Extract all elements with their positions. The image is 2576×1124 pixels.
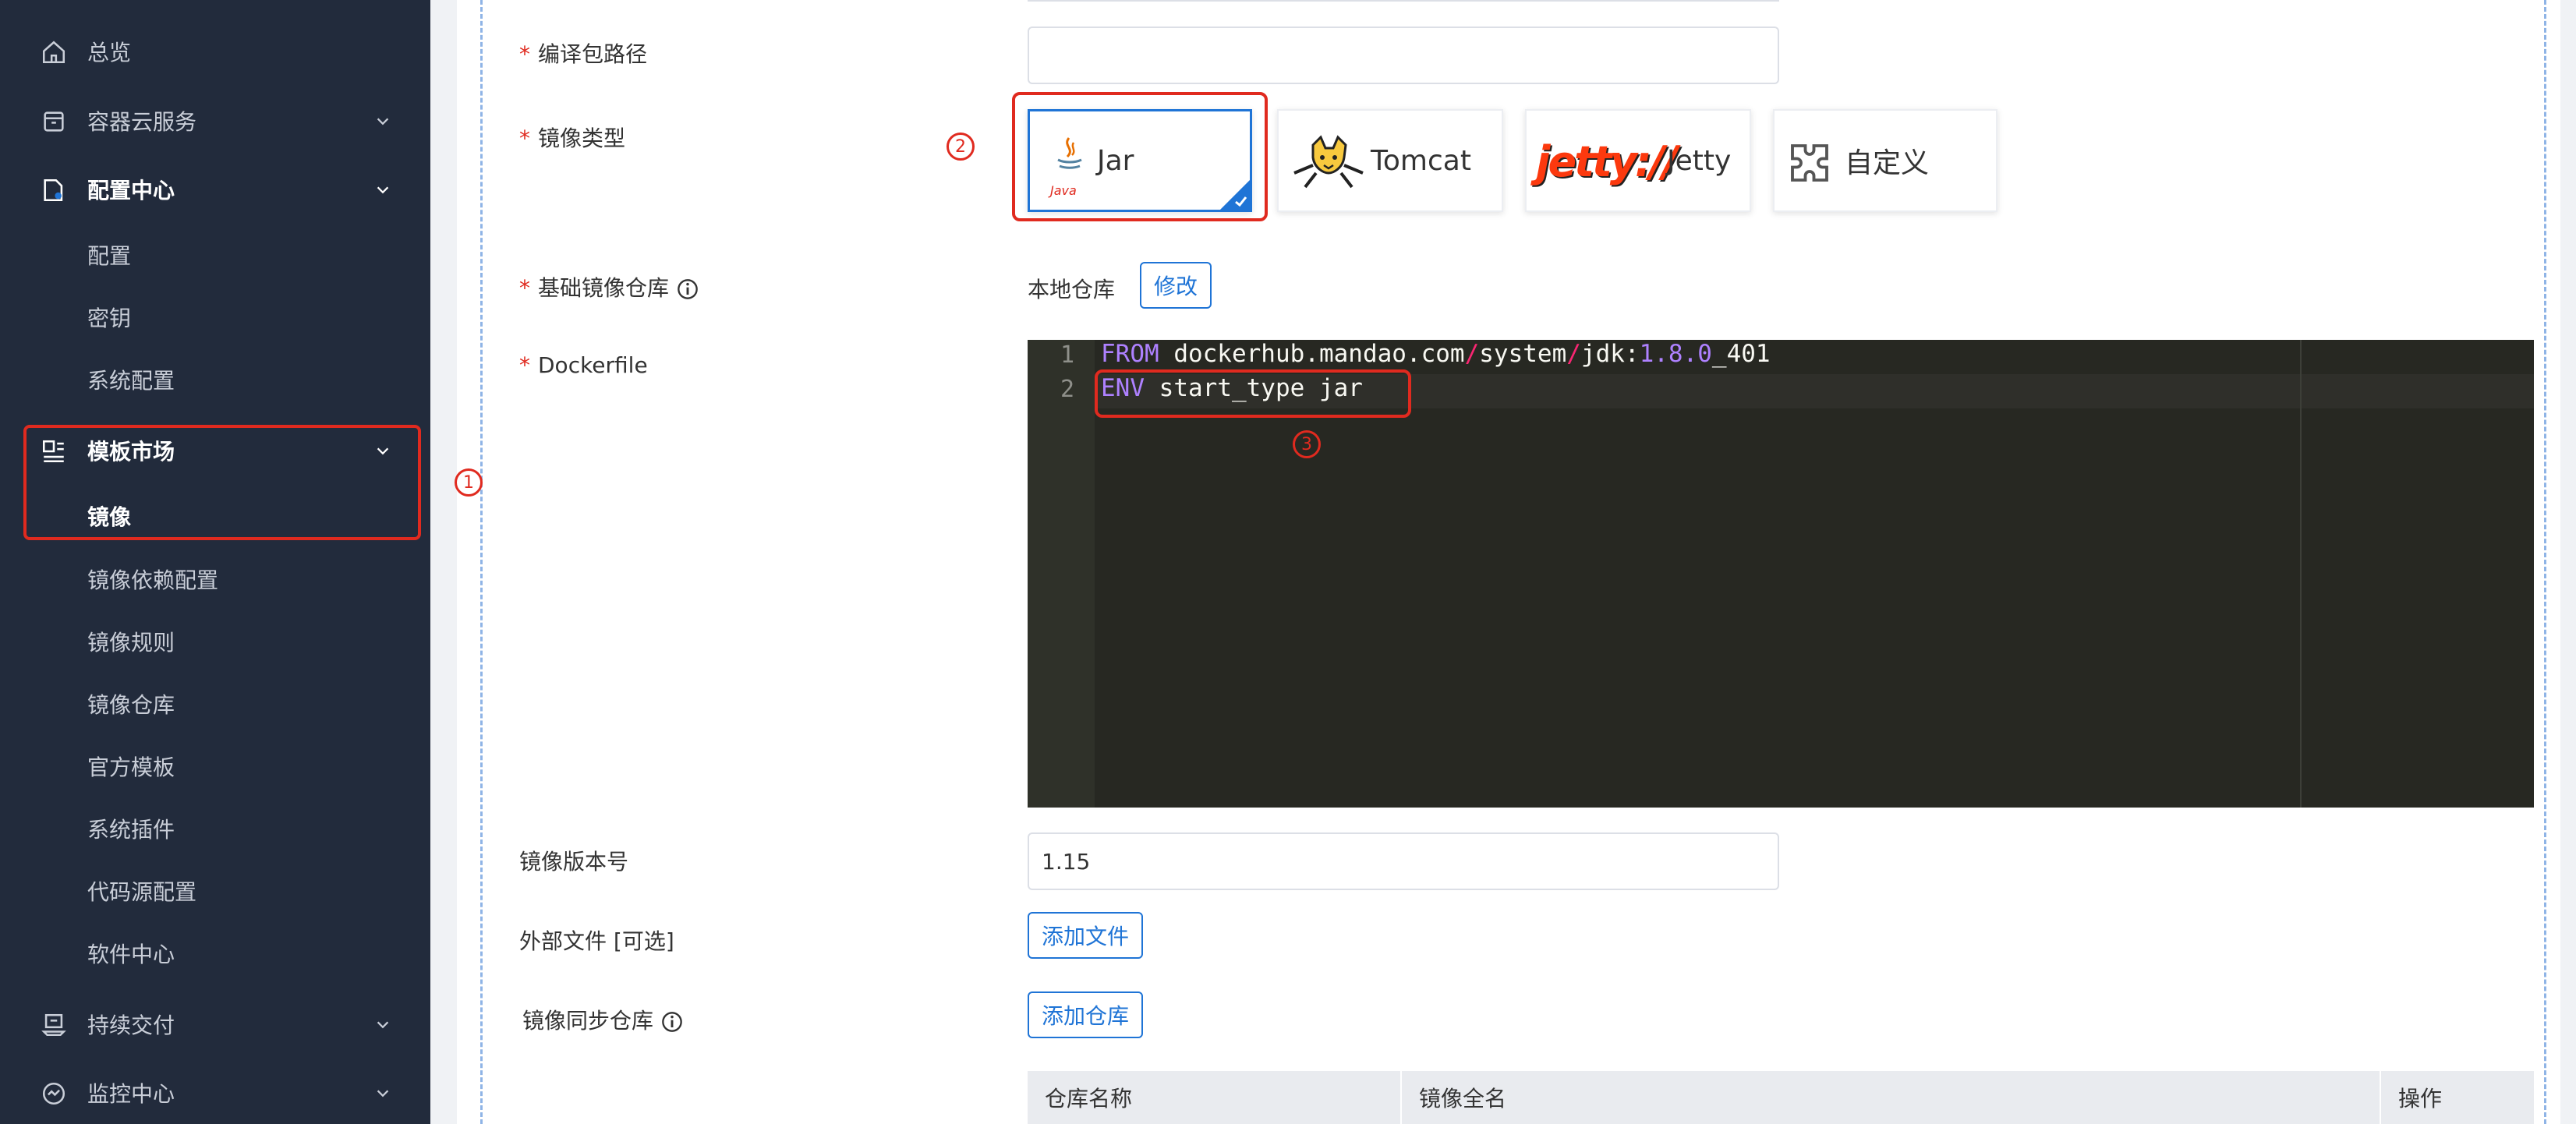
annotation-box-jar xyxy=(1012,92,1268,221)
sidebar-subitem-secret[interactable]: 密钥 xyxy=(0,286,430,348)
sidebar-subitem-system-config[interactable]: 系统配置 xyxy=(0,348,430,411)
sidebar: 总览 容器云服务 配置中心 配置 密钥 系统配置 模板市场 镜像 镜像依赖配置 … xyxy=(0,0,430,1124)
content-gutter-left xyxy=(430,0,457,1124)
sidebar-subitem-official-templates[interactable]: 官方模板 xyxy=(0,735,430,797)
card-label: Jetty xyxy=(1667,144,1732,177)
image-type-tomcat-card[interactable]: Tomcat xyxy=(1277,109,1503,212)
jetty-logo-text: jetty:// xyxy=(1536,137,1678,186)
content-gutter-right xyxy=(2560,0,2576,1124)
image-version-label: 镜像版本号 xyxy=(519,849,629,875)
base-repo-value: 本地仓库 xyxy=(1028,277,1116,302)
info-icon[interactable] xyxy=(661,1011,683,1033)
tomcat-logo-icon xyxy=(1293,135,1364,189)
sidebar-item-label: 配置中心 xyxy=(87,178,175,203)
chevron-down-icon xyxy=(377,186,389,194)
container-icon xyxy=(44,111,64,132)
sync-repo-table-header: 仓库名称 镜像全名 操作 xyxy=(1028,1071,2534,1124)
monitor-icon xyxy=(42,1082,65,1105)
home-icon xyxy=(42,41,65,64)
image-type-custom-card[interactable]: 自定义 xyxy=(1773,109,1997,212)
sidebar-subitem-image-repo[interactable]: 镜像仓库 xyxy=(0,673,430,735)
delivery-icon xyxy=(41,1013,66,1037)
sidebar-subitem-config[interactable]: 配置 xyxy=(0,224,430,286)
base-repo-label: * 基础镜像仓库 xyxy=(519,271,699,302)
external-files-label: 外部文件 [可选] xyxy=(519,928,674,954)
previous-input-edge xyxy=(1028,0,1779,2)
image-type-jetty-card[interactable]: jetty:// Jetty xyxy=(1525,109,1751,212)
column-header-image-full-name: 镜像全名 xyxy=(1402,1071,2381,1124)
sidebar-subitem-software-center[interactable]: 软件中心 xyxy=(0,922,430,984)
code-line-1: FROM dockerhub.mandao.com/system/jdk:1.8… xyxy=(1101,340,1771,368)
card-label: Tomcat xyxy=(1371,144,1471,177)
sidebar-item-continuous-delivery[interactable]: 持续交付 xyxy=(0,993,430,1055)
annotation-box-sidebar xyxy=(23,425,421,540)
sidebar-item-overview[interactable]: 总览 xyxy=(0,20,430,83)
sidebar-item-label: 容器云服务 xyxy=(87,109,197,135)
sidebar-item-label: 持续交付 xyxy=(87,1013,175,1038)
annotation-marker-2: 2 xyxy=(947,133,975,161)
card-label: 自定义 xyxy=(1845,147,1930,179)
chevron-down-icon xyxy=(377,118,389,125)
annotation-box-env-line xyxy=(1095,369,1411,418)
line-number: 1 xyxy=(1060,341,1074,369)
add-repo-button[interactable]: 添加仓库 xyxy=(1028,991,1143,1038)
chevron-down-icon xyxy=(377,1021,389,1029)
sidebar-subitem-system-plugins[interactable]: 系统插件 xyxy=(0,797,430,860)
annotation-marker-3: 3 xyxy=(1293,430,1321,458)
editor-gutter: 1 2 xyxy=(1028,340,1095,808)
sidebar-subitem-image-rules[interactable]: 镜像规则 xyxy=(0,610,430,673)
column-header-actions: 操作 xyxy=(2398,1086,2443,1112)
compile-path-input[interactable] xyxy=(1028,27,1779,84)
sidebar-subitem-code-source[interactable]: 代码源配置 xyxy=(0,860,430,922)
compile-path-label: * 编译包路径 xyxy=(519,41,648,67)
sidebar-subitem-image-dependency[interactable]: 镜像依赖配置 xyxy=(0,548,430,610)
print-margin xyxy=(2300,340,2302,808)
config-icon xyxy=(44,178,63,202)
sidebar-item-monitor-center[interactable]: 监控中心 xyxy=(0,1062,430,1124)
chevron-down-icon xyxy=(377,1090,389,1097)
sidebar-item-config-center[interactable]: 配置中心 xyxy=(0,158,430,221)
sidebar-item-container-cloud[interactable]: 容器云服务 xyxy=(0,90,430,152)
sidebar-item-label: 监控中心 xyxy=(87,1081,175,1107)
image-version-input[interactable]: 1.15 xyxy=(1028,832,1779,890)
add-file-button[interactable]: 添加文件 xyxy=(1028,912,1143,959)
line-number: 2 xyxy=(1060,376,1074,403)
edit-base-repo-button[interactable]: 修改 xyxy=(1140,262,1212,309)
sync-repo-label: 镜像同步仓库 xyxy=(522,1004,683,1035)
sidebar-item-label: 总览 xyxy=(87,40,132,65)
annotation-marker-1: 1 xyxy=(455,468,483,497)
puzzle-icon xyxy=(1791,144,1828,182)
image-type-label: * 镜像类型 xyxy=(519,125,626,151)
dockerfile-label: * Dockerfile xyxy=(519,352,648,378)
info-icon[interactable] xyxy=(677,278,699,300)
column-header-repo-name: 仓库名称 xyxy=(1028,1071,1402,1124)
